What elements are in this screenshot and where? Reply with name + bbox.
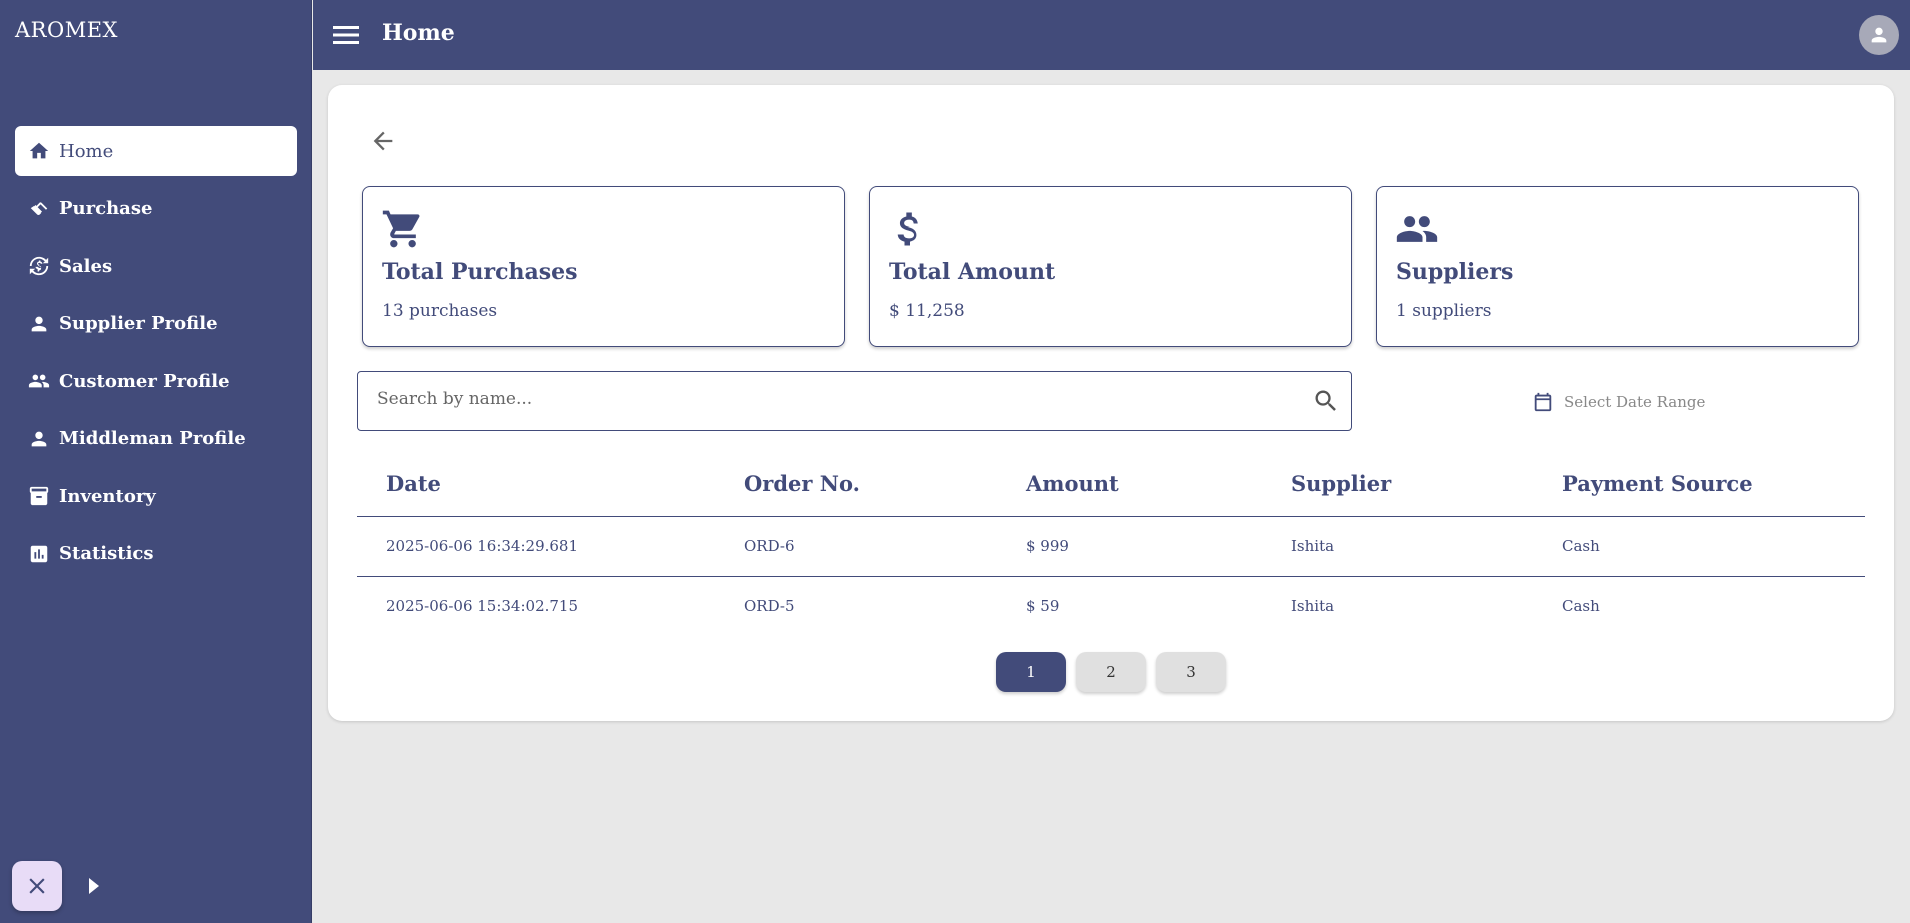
sidebar-item-home[interactable]: Home: [15, 126, 297, 176]
total-amount-card[interactable]: Total Amount $ 11,258: [869, 186, 1352, 347]
sidebar-item-label: Purchase: [59, 198, 153, 219]
search-button[interactable]: [1312, 387, 1340, 415]
person-icon: [27, 312, 51, 336]
page-button-1[interactable]: 1: [996, 652, 1066, 692]
person-icon: [1871, 27, 1887, 43]
menu-button[interactable]: [331, 22, 361, 48]
cell-date: 2025-06-06 16:34:29.681: [357, 516, 715, 577]
content-card: Total Purchases 13 purchases Total Amoun…: [328, 85, 1894, 721]
brand-logo[interactable]: AROMEX: [15, 18, 118, 42]
column-header-amount[interactable]: Amount: [997, 451, 1262, 517]
close-button[interactable]: [12, 861, 62, 911]
column-header-payment-source[interactable]: Payment Source: [1533, 451, 1865, 517]
sidebar-item-label: Inventory: [59, 485, 156, 507]
total-purchases-card[interactable]: Total Purchases 13 purchases: [362, 186, 845, 347]
bar-chart-icon: [27, 542, 51, 566]
top-app-bar: Home: [313, 0, 1910, 70]
column-header-date[interactable]: Date: [357, 451, 715, 517]
sidebar-item-middleman-profile[interactable]: Middleman Profile: [15, 414, 297, 464]
expand-button[interactable]: [84, 875, 104, 897]
home-icon: [27, 139, 51, 163]
cell-supplier: Ishita: [1262, 516, 1533, 577]
table-row[interactable]: 2025-06-06 16:34:29.681 ORD-6 $ 999 Ishi…: [357, 516, 1865, 577]
cell-source: Cash: [1533, 516, 1865, 577]
cell-amount: $ 999: [997, 516, 1262, 577]
handshake-icon: [27, 197, 51, 221]
stat-title: Total Amount: [889, 259, 1056, 285]
stat-title: Total Purchases: [382, 259, 578, 285]
column-header-supplier[interactable]: Supplier: [1262, 451, 1533, 517]
cell-supplier: Ishita: [1291, 597, 1335, 616]
sidebar-item-label: Customer Profile: [59, 370, 230, 392]
cell-source: Cash: [1562, 597, 1600, 616]
stat-value: 1 suppliers: [1396, 301, 1492, 321]
date-range-placeholder: Select Date Range: [1564, 393, 1706, 411]
search-placeholder: Search by name...: [377, 389, 533, 409]
sidebar-item-purchase[interactable]: Purchase: [15, 184, 297, 234]
page-button-2[interactable]: 2: [1076, 652, 1146, 692]
cell-order: ORD-6: [715, 516, 997, 577]
page-title: Home: [382, 20, 455, 46]
calendar-icon: [1534, 392, 1552, 412]
sidebar: AROMEX Home Purchase Sales Supplier Prof…: [0, 0, 312, 923]
stat-value: $ 11,258: [889, 301, 965, 321]
cell-date: 2025-06-06 15:34:02.715: [386, 597, 579, 616]
sidebar-item-label: Supplier Profile: [59, 313, 218, 334]
cart-icon: [380, 207, 426, 251]
sidebar-item-label: Statistics: [59, 543, 154, 564]
dollar-icon: [887, 207, 933, 251]
suppliers-card[interactable]: Suppliers 1 suppliers: [1376, 186, 1859, 347]
cell-amount: $ 59: [1026, 597, 1060, 616]
caret-right-icon: [89, 878, 99, 894]
sidebar-item-inventory[interactable]: Inventory: [15, 471, 297, 521]
pagination: 1 2 3: [996, 652, 1226, 692]
back-button[interactable]: [369, 127, 397, 155]
column-header-order[interactable]: Order No.: [715, 451, 997, 517]
arrow-back-icon: [373, 131, 393, 151]
table-row[interactable]: 2025-06-06 15:34:02.715 ORD-5 $ 59 Ishit…: [357, 576, 1865, 636]
menu-icon: [333, 26, 359, 44]
orders-table: Date Order No. Amount Supplier Payment S…: [357, 451, 1865, 636]
close-icon: [29, 878, 45, 894]
search-icon: [1315, 390, 1336, 411]
person-icon: [27, 427, 51, 451]
sidebar-item-label: Sales: [59, 255, 113, 277]
table-header-row: Date Order No. Amount Supplier Payment S…: [357, 451, 1865, 517]
stat-title: Suppliers: [1396, 259, 1514, 285]
currency-exchange-icon: [27, 254, 51, 278]
sidebar-item-sales[interactable]: Sales: [15, 241, 297, 291]
inventory-icon: [27, 484, 51, 508]
stat-value: 13 purchases: [382, 301, 498, 321]
avatar[interactable]: [1859, 15, 1899, 55]
sidebar-item-label: Home: [59, 140, 114, 162]
people-icon: [27, 369, 51, 393]
sidebar-item-supplier-profile[interactable]: Supplier Profile: [15, 299, 297, 349]
cell-order: ORD-5: [744, 597, 795, 616]
sidebar-item-label: Middleman Profile: [59, 428, 246, 449]
sidebar-item-customer-profile[interactable]: Customer Profile: [15, 356, 297, 406]
date-range-picker[interactable]: Select Date Range: [1532, 391, 1705, 413]
sidebar-nav: Home Purchase Sales Supplier Profile Cus…: [15, 126, 297, 586]
sidebar-item-statistics[interactable]: Statistics: [15, 529, 297, 579]
page-button-3[interactable]: 3: [1156, 652, 1226, 692]
people-icon: [1394, 207, 1440, 251]
search-input[interactable]: Search by name...: [357, 371, 1352, 431]
